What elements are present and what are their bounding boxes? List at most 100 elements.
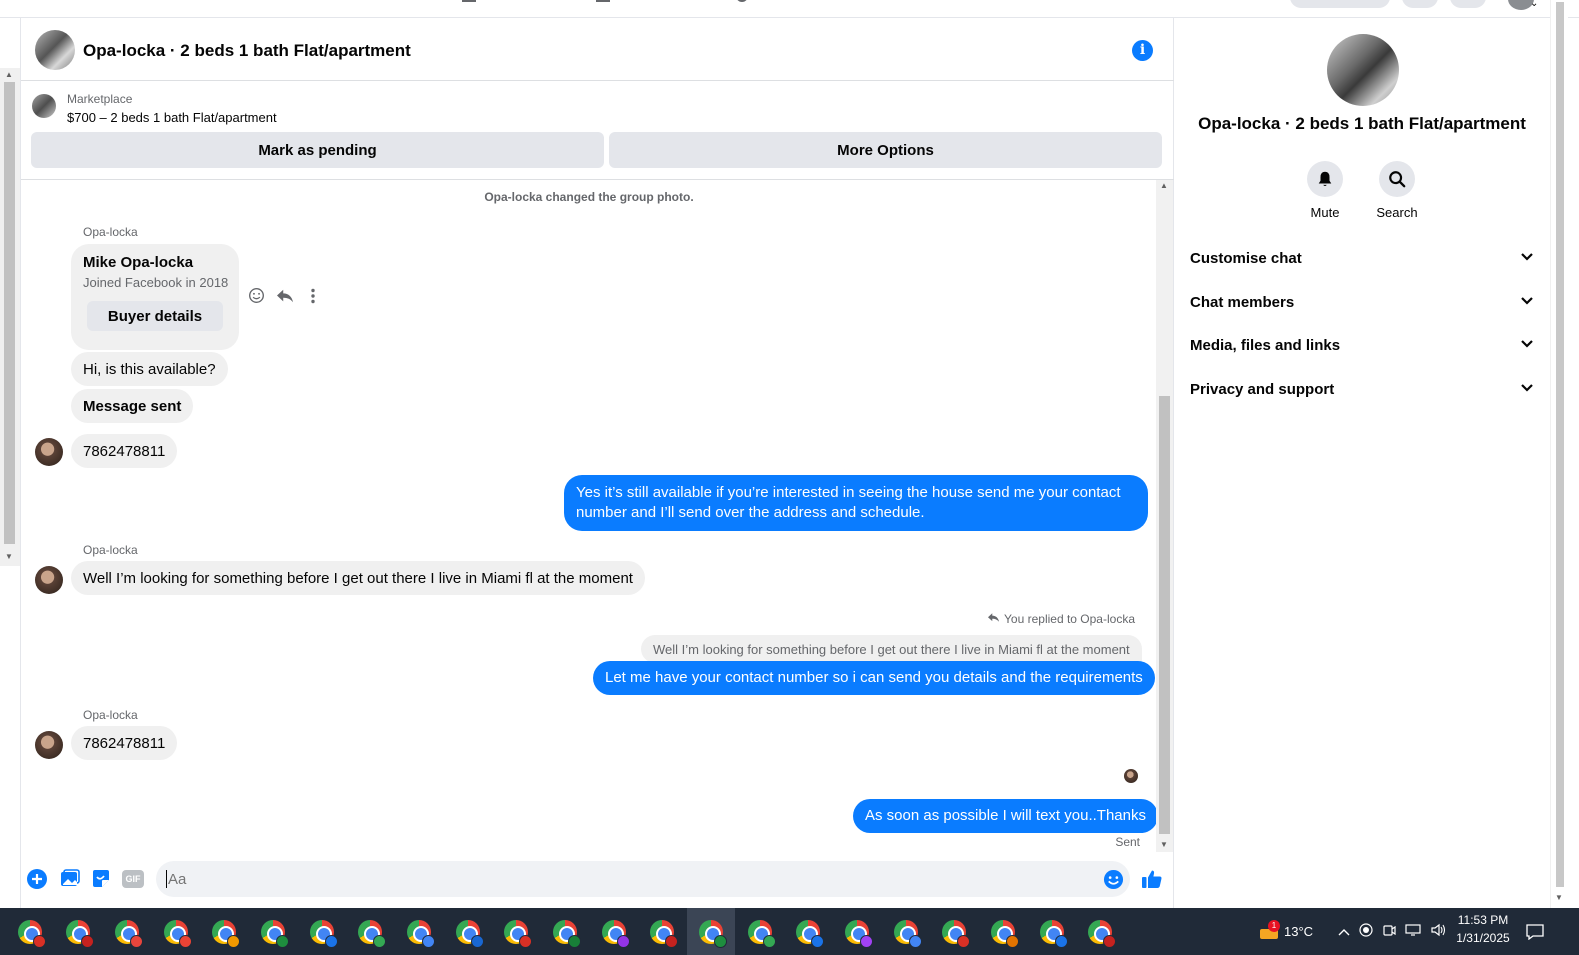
more-icon[interactable]	[303, 286, 322, 305]
incoming-message[interactable]: Message sent	[71, 389, 194, 423]
message-status: Sent	[1115, 835, 1140, 849]
chrome-taskbar-icon[interactable]	[444, 908, 492, 955]
info-title: Opa-locka · 2 beds 1 bath Flat/apartment	[1198, 114, 1526, 133]
chrome-taskbar-icon[interactable]	[1076, 908, 1124, 955]
scroll-down-arrow[interactable]: ▼	[1555, 893, 1563, 902]
photo-icon[interactable]	[59, 868, 81, 890]
info-icon[interactable]: i	[1132, 40, 1153, 61]
group-photo[interactable]	[1327, 34, 1399, 106]
nav-pill[interactable]	[1290, 0, 1390, 8]
chevron-down-icon	[1520, 380, 1534, 398]
notifications-button[interactable]	[1450, 0, 1486, 8]
section-label: Media, files and links	[1190, 336, 1341, 354]
chat-title[interactable]: Opa-locka · 2 beds 1 bath Flat/apartment	[83, 41, 411, 61]
chrome-taskbar-icon[interactable]	[833, 908, 881, 955]
chrome-taskbar-icon[interactable]	[930, 908, 978, 955]
incoming-message[interactable]: Hi, is this available?	[71, 352, 228, 386]
chrome-taskbar-icon[interactable]	[346, 908, 394, 955]
chrome-taskbar-icon-active[interactable]	[687, 908, 735, 955]
outgoing-message[interactable]: As soon as possible I will text you..Tha…	[853, 799, 1158, 833]
outgoing-message[interactable]: Let me have your contact number so i can…	[593, 661, 1155, 695]
chrome-taskbar-icon[interactable]	[638, 908, 686, 955]
record-icon[interactable]	[1359, 923, 1373, 940]
nav-tab-icon[interactable]	[596, 0, 610, 2]
chrome-taskbar-icon[interactable]	[882, 908, 930, 955]
section-customise-chat[interactable]: Customise chat	[1174, 238, 1550, 278]
weather-widget[interactable]: 1 13°C	[1258, 908, 1313, 955]
sender-avatar[interactable]	[35, 438, 63, 466]
chrome-taskbar-icon[interactable]	[395, 908, 443, 955]
chrome-taskbar-icon[interactable]	[6, 908, 54, 955]
emoji-icon[interactable]	[1102, 868, 1124, 890]
like-icon[interactable]	[1141, 868, 1163, 890]
chrome-taskbar-icon[interactable]	[492, 908, 540, 955]
chrome-taskbar-icon[interactable]	[103, 908, 151, 955]
clock[interactable]: 11:53 PM 1/31/2025	[1448, 911, 1518, 947]
mark-as-pending-button[interactable]: Mark as pending	[31, 132, 604, 168]
outgoing-message[interactable]: Yes it’s still available if you’re inter…	[564, 475, 1148, 531]
more-options-button[interactable]: More Options	[609, 132, 1162, 168]
chrome-taskbar-icon[interactable]	[200, 908, 248, 955]
conversation-info-panel: Opa-locka · 2 beds 1 bath Flat/apartment…	[1174, 18, 1550, 908]
window-scrollbar[interactable]: ▼	[1550, 0, 1568, 908]
outer-scrollbar[interactable]: ▲ ▼	[0, 68, 20, 566]
section-chat-members[interactable]: Chat members	[1174, 282, 1550, 322]
incoming-message[interactable]: Well I’m looking for something before I …	[71, 561, 645, 595]
menu-button[interactable]	[1402, 0, 1438, 8]
scroll-thumb[interactable]	[1556, 2, 1564, 887]
scroll-down-arrow[interactable]: ▼	[5, 552, 13, 561]
scroll-up-arrow[interactable]: ▲	[1160, 181, 1168, 190]
listing-thumbnail[interactable]	[32, 94, 56, 118]
chevron-down-icon[interactable]: ⌄	[1530, 0, 1538, 9]
sender-name: Opa-locka	[83, 543, 138, 557]
chrome-taskbar-icon[interactable]	[736, 908, 784, 955]
chrome-taskbar-icon[interactable]	[541, 908, 589, 955]
chevron-down-icon	[1520, 336, 1534, 354]
sender-avatar[interactable]	[35, 566, 63, 594]
nav-tab-icon[interactable]	[736, 0, 748, 2]
add-icon[interactable]	[26, 868, 48, 890]
react-icon[interactable]	[247, 286, 266, 305]
chrome-taskbar-icon[interactable]	[979, 908, 1027, 955]
messages-scrollbar[interactable]: ▲ ▼	[1156, 180, 1173, 852]
weather-icon: 1	[1258, 919, 1280, 941]
search-button[interactable]: Search	[1357, 161, 1437, 220]
notification-center-icon[interactable]	[1526, 908, 1544, 955]
sticker-icon[interactable]	[90, 868, 112, 890]
listing-price[interactable]: $700 – 2 beds 1 bath Flat/apartment	[67, 110, 277, 125]
scroll-up-arrow[interactable]: ▲	[5, 70, 13, 79]
volume-icon[interactable]	[1430, 923, 1446, 940]
scroll-down-arrow[interactable]: ▼	[1160, 840, 1168, 849]
bell-icon	[1307, 161, 1343, 197]
mute-button[interactable]: Mute	[1285, 161, 1365, 220]
chevron-up-icon[interactable]	[1338, 924, 1350, 939]
scroll-thumb[interactable]	[4, 82, 15, 544]
nav-tab-icon[interactable]	[462, 0, 476, 2]
top-nav-strip: ⌄	[0, 0, 1579, 18]
gif-icon[interactable]: GIF	[121, 868, 145, 890]
sender-avatar[interactable]	[35, 731, 63, 759]
seen-avatar	[1124, 769, 1138, 783]
chrome-taskbar-icon[interactable]	[152, 908, 200, 955]
network-icon[interactable]	[1405, 923, 1421, 940]
chrome-taskbar-icon[interactable]	[784, 908, 832, 955]
message-input[interactable]	[156, 861, 1130, 897]
chrome-taskbar-icon[interactable]	[1028, 908, 1076, 955]
section-privacy-support[interactable]: Privacy and support	[1174, 369, 1550, 409]
reply-icon[interactable]	[275, 286, 294, 305]
scroll-thumb[interactable]	[1159, 396, 1170, 834]
group-avatar[interactable]	[35, 30, 75, 70]
buyer-details-button[interactable]: Buyer details	[87, 301, 223, 331]
chrome-taskbar-icon[interactable]	[590, 908, 638, 955]
chrome-taskbar-icon[interactable]	[249, 908, 297, 955]
chrome-taskbar-icon[interactable]	[298, 908, 346, 955]
buyer-joined: Joined Facebook in 2018	[83, 275, 229, 290]
chrome-taskbar-icon[interactable]	[54, 908, 102, 955]
section-media-files-links[interactable]: Media, files and links	[1174, 325, 1550, 365]
chat-header: Opa-locka · 2 beds 1 bath Flat/apartment…	[21, 18, 1175, 81]
incoming-message[interactable]: 7862478811	[71, 726, 178, 760]
quoted-message[interactable]: Well I’m looking for something before I …	[641, 635, 1142, 663]
text-caret	[166, 870, 167, 888]
meet-icon[interactable]	[1382, 923, 1396, 940]
incoming-message[interactable]: 7862478811	[71, 434, 178, 468]
